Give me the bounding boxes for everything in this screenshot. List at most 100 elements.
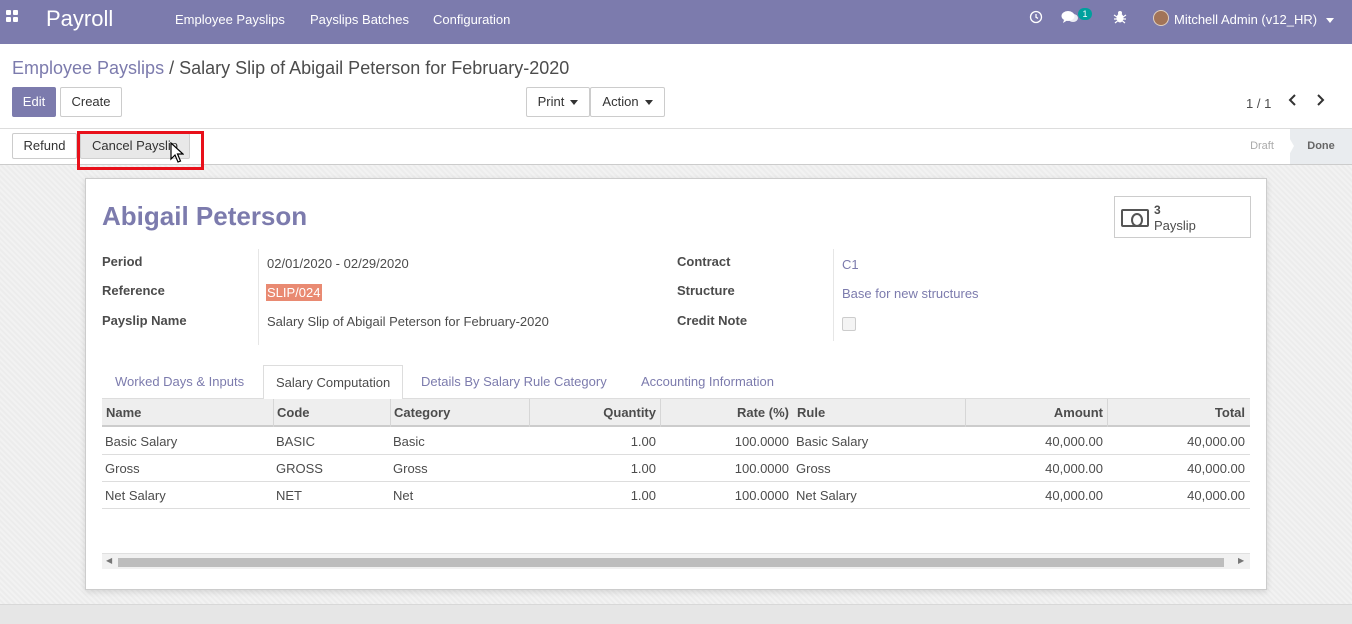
table-row[interactable]: Gross GROSS Gross 1.00 100.0000 Gross 40… (102, 455, 1250, 482)
cell-name: Net Salary (105, 488, 166, 503)
structure-label: Structure (677, 283, 735, 298)
scroll-right-icon[interactable]: ▶ (1238, 556, 1244, 565)
tab-accounting-information[interactable]: Accounting Information (629, 365, 786, 399)
cell-name: Gross (105, 461, 140, 476)
tab-details-by-salary-rule-category[interactable]: Details By Salary Rule Category (409, 365, 619, 399)
cell-category: Net (393, 488, 414, 503)
cell-quantity: 1.00 (630, 434, 656, 449)
message-count-badge: 1 (1078, 8, 1092, 20)
debug-bug-icon[interactable] (1113, 10, 1127, 27)
tab-salary-computation[interactable]: Salary Computation (263, 365, 404, 400)
pager-next-icon[interactable] (1316, 93, 1326, 112)
action-dropdown-button[interactable]: Action (590, 87, 665, 117)
column-separator (965, 399, 966, 427)
credit-note-label: Credit Note (677, 313, 748, 328)
action-caret-icon (644, 100, 653, 106)
refund-button[interactable]: Refund (12, 133, 77, 159)
mouse-cursor-icon (170, 141, 185, 167)
column-header-code[interactable]: Code (277, 405, 310, 420)
structure-link[interactable]: Base for new structures (842, 286, 979, 301)
column-header-category[interactable]: Category (394, 405, 450, 420)
menu-payslips-batches[interactable]: Payslips Batches (310, 12, 409, 27)
form-sheet: Abigail Peterson 3 Payslip Period Refere… (85, 178, 1267, 590)
status-draft[interactable]: Draft (1234, 129, 1290, 164)
cell-quantity: 1.00 (630, 488, 656, 503)
payslip-name-label: Payslip Name (102, 313, 187, 328)
reference-value[interactable]: SLIP/024 (266, 284, 322, 301)
cell-category: Basic (393, 434, 425, 449)
messages-icon[interactable] (1061, 10, 1079, 27)
tab-worked-days-inputs[interactable]: Worked Days & Inputs (103, 365, 256, 399)
cell-rule: Basic Salary (796, 434, 869, 449)
notebook-tabs: Worked Days & Inputs Salary Computation … (102, 365, 1250, 400)
user-name: Mitchell Admin (v12_HR) (1174, 12, 1318, 27)
credit-note-checkbox[interactable] (842, 317, 856, 331)
user-dropdown-caret-icon (1325, 18, 1334, 24)
horizontal-scrollbar[interactable]: ◀ ▶ (102, 553, 1250, 569)
print-label: Print (537, 94, 565, 109)
edit-button[interactable]: Edit (12, 87, 56, 117)
print-dropdown-button[interactable]: Print (526, 87, 590, 117)
employee-name[interactable]: Abigail Peterson (102, 201, 307, 232)
activity-clock-icon[interactable] (1029, 10, 1043, 27)
form-statusbar: Refund Cancel Payslip Draft Done (0, 129, 1352, 165)
create-button[interactable]: Create (60, 87, 122, 117)
cell-rule: Net Salary (796, 488, 857, 503)
column-header-total[interactable]: Total (1109, 405, 1245, 420)
column-separator (273, 399, 274, 427)
menu-employee-payslips[interactable]: Employee Payslips (175, 12, 285, 27)
cell-rate: 100.0000 (734, 434, 789, 449)
pager-previous-icon[interactable] (1287, 93, 1297, 112)
period-value[interactable]: 02/01/2020 - 02/29/2020 (267, 256, 409, 271)
cell-name: Basic Salary (105, 434, 178, 449)
cell-amount: 40,000.00 (1045, 488, 1103, 503)
cell-code: NET (276, 488, 302, 503)
breadcrumb-employee-payslips[interactable]: Employee Payslips (12, 58, 164, 78)
cell-total: 40,000.00 (1187, 434, 1245, 449)
cell-total: 40,000.00 (1187, 461, 1245, 476)
print-caret-icon (570, 100, 579, 106)
contract-label: Contract (677, 254, 731, 269)
apps-menu-icon[interactable] (6, 10, 22, 26)
payslip-smart-button[interactable]: 3 Payslip (1114, 196, 1251, 238)
cell-quantity: 1.00 (630, 461, 656, 476)
cell-total: 40,000.00 (1187, 488, 1245, 503)
action-label: Action (602, 94, 639, 109)
cell-rate: 100.0000 (734, 461, 789, 476)
field-divider-right (833, 249, 834, 341)
column-separator (390, 399, 391, 427)
control-panel: Employee Payslips / Salary Slip of Abiga… (0, 44, 1352, 129)
menu-configuration[interactable]: Configuration (433, 12, 510, 27)
table-row[interactable]: Basic Salary BASIC Basic 1.00 100.0000 B… (102, 428, 1250, 455)
status-done[interactable]: Done (1290, 129, 1352, 164)
user-avatar[interactable] (1153, 10, 1169, 26)
payslip-name-value[interactable]: Salary Slip of Abigail Peterson for Febr… (267, 314, 549, 329)
money-icon (1121, 209, 1149, 227)
column-header-name[interactable]: Name (106, 405, 141, 420)
column-separator (660, 399, 661, 427)
cell-code: GROSS (276, 461, 323, 476)
reference-text: SLIP/024 (266, 284, 322, 301)
column-header-amount[interactable]: Amount (967, 405, 1103, 420)
column-header-rule[interactable]: Rule (797, 405, 825, 420)
cell-code: BASIC (276, 434, 316, 449)
status-separator (1284, 129, 1294, 164)
table-row[interactable]: Net Salary NET Net 1.00 100.0000 Net Sal… (102, 482, 1250, 509)
app-name: Payroll (46, 6, 114, 31)
column-header-rate[interactable]: Rate (%) (662, 405, 789, 420)
contract-link[interactable]: C1 (842, 257, 859, 272)
reference-label: Reference (102, 283, 165, 298)
top-navbar: Payroll Employee Payslips Payslips Batch… (0, 0, 1352, 44)
pager-value[interactable]: 1 / 1 (1246, 96, 1271, 111)
column-header-quantity[interactable]: Quantity (530, 405, 656, 420)
user-menu[interactable]: Mitchell Admin (v12_HR) (1174, 12, 1334, 27)
breadcrumb-current: Salary Slip of Abigail Peterson for Febr… (179, 58, 570, 78)
column-separator (1107, 399, 1108, 427)
field-divider (258, 249, 259, 345)
scroll-left-icon[interactable]: ◀ (106, 556, 112, 565)
table-header: Name Code Category Quantity Rate (%) Rul… (102, 399, 1250, 427)
scrollbar-thumb[interactable] (118, 558, 1224, 567)
cell-rate: 100.0000 (734, 488, 789, 503)
payslip-count: 3 (1154, 203, 1161, 217)
cell-amount: 40,000.00 (1045, 461, 1103, 476)
